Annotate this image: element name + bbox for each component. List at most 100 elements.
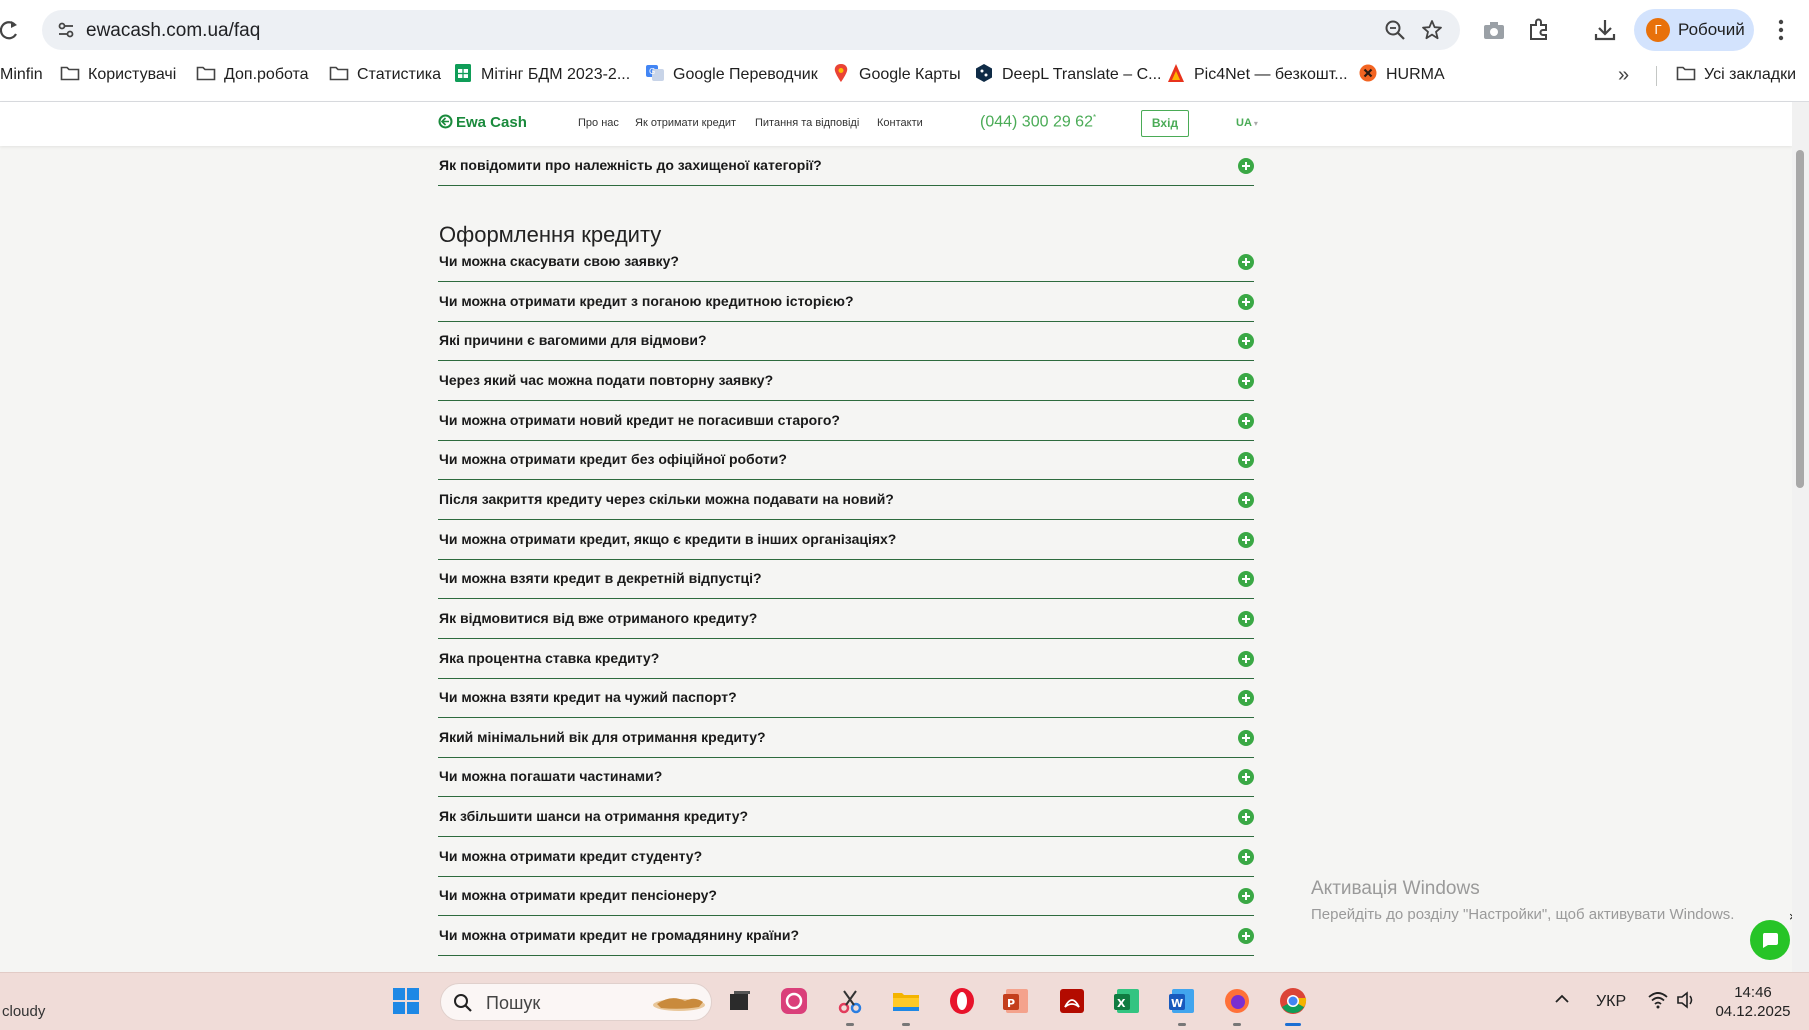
reload-icon[interactable] [0, 17, 18, 43]
plus-circle-icon[interactable] [1238, 254, 1254, 270]
plus-circle-icon[interactable] [1238, 809, 1254, 826]
faq-item[interactable]: Чи можна отримати кредит без офіційної р… [438, 440, 1254, 481]
task-view-icon[interactable] [724, 985, 756, 1017]
bookmark-statystyka[interactable]: Статистика [329, 64, 441, 86]
faq-question: Чи можна отримати кредит не громадянину … [439, 927, 800, 944]
phone-number[interactable]: (044) 300 29 62* [980, 113, 1096, 131]
faq-item[interactable]: Чи можна отримати кредит з поганою креди… [438, 282, 1254, 322]
plus-circle-icon[interactable] [1238, 690, 1254, 707]
url-text[interactable]: ewacash.com.ua/faq [86, 20, 260, 42]
faq-question: Чи можна отримати кредит студенту? [439, 847, 703, 864]
weather-widget[interactable]: cloudy [2, 1003, 45, 1020]
bookmark-minfin[interactable]: Minfin [0, 64, 43, 86]
plus-circle-icon[interactable] [1238, 571, 1254, 588]
omnibox[interactable]: ewacash.com.ua/faq [42, 10, 1460, 50]
acrobat-icon[interactable] [1056, 985, 1088, 1017]
faq-item[interactable]: Яка процентна ставка кредиту? [438, 639, 1254, 679]
bookmark-star-icon[interactable] [1420, 18, 1444, 42]
extensions-icon[interactable] [1526, 17, 1552, 43]
faq-item[interactable]: Чи можна скасувати свою заявку? [438, 242, 1254, 282]
bookmark-google-translate[interactable]: G Google Переводчик [645, 64, 818, 86]
bookmarks-overflow-icon[interactable]: » [1618, 64, 1629, 86]
all-bookmarks[interactable]: Усі закладки [1676, 64, 1796, 86]
file-explorer-icon[interactable] [890, 985, 922, 1026]
plus-circle-icon[interactable] [1238, 531, 1254, 548]
more-menu-icon[interactable] [1776, 17, 1786, 43]
bookmark-miting[interactable]: Мітінг БДМ 2023-2... [453, 64, 630, 86]
chrome-icon[interactable] [1277, 985, 1309, 1026]
opera-icon[interactable] [946, 985, 978, 1017]
faq-item[interactable]: Які причини є вагомими для відмови? [438, 321, 1254, 362]
snipping-tool-icon[interactable] [834, 985, 866, 1026]
nav-about[interactable]: Про нас [578, 117, 619, 129]
faq-question: Чи можна взяти кредит на чужий паспорт? [439, 689, 737, 706]
volume-icon[interactable] [1676, 991, 1696, 1009]
camera-icon[interactable] [1481, 17, 1507, 43]
bookmark-users[interactable]: Користувачі [60, 64, 176, 86]
bookmark-deepl[interactable]: DeepL Translate – С... [974, 64, 1162, 86]
bookmark-pic4net[interactable]: Pic4Net — безкошт... [1166, 64, 1348, 86]
profile-button[interactable]: Г Робочий [1634, 9, 1754, 51]
bookmark-dop-robota[interactable]: Доп.робота [196, 64, 309, 86]
zoom-icon[interactable] [1384, 19, 1406, 41]
faq-item[interactable]: Після закриття кредиту через скільки мож… [438, 480, 1254, 520]
plus-circle-icon[interactable] [1238, 412, 1254, 429]
nav-how-to-get-credit[interactable]: Як отримати кредит [635, 117, 736, 129]
plus-circle-icon[interactable] [1238, 158, 1254, 174]
scrollbar-thumb[interactable] [1796, 150, 1804, 488]
creative-cloud-icon[interactable] [778, 985, 810, 1017]
faq-item[interactable]: Чи можна отримати кредит пенсіонеру? [438, 876, 1254, 917]
plus-circle-icon[interactable] [1238, 888, 1254, 905]
chevron-up-icon[interactable] [1554, 991, 1570, 1007]
faq-item[interactable]: Чи можна взяти кредит на чужий паспорт? [438, 678, 1254, 719]
download-icon[interactable] [1592, 17, 1618, 43]
faq-item[interactable]: Чи можна отримати кредит, якщо є кредити… [438, 520, 1254, 560]
nav-contacts[interactable]: Контакти [877, 117, 923, 129]
faq-item[interactable]: Чи можна отримати кредит не громадянину … [438, 916, 1254, 957]
faq-item[interactable]: Чи можна отримати кредит студенту? [438, 837, 1254, 877]
windows-start-icon[interactable] [392, 987, 420, 1015]
plus-circle-icon[interactable] [1238, 452, 1254, 469]
plus-circle-icon[interactable] [1238, 769, 1254, 786]
plus-circle-icon[interactable] [1238, 610, 1254, 627]
firefox-icon[interactable] [1221, 985, 1253, 1026]
language-selector[interactable]: UA ▾ [1236, 117, 1258, 129]
chat-widget-button[interactable] [1750, 920, 1790, 960]
bookmark-label: Google Переводчик [673, 66, 818, 83]
plus-circle-icon[interactable] [1238, 293, 1254, 310]
plus-circle-icon[interactable] [1238, 729, 1254, 746]
excel-icon[interactable]: X [1111, 985, 1143, 1017]
folder-icon [196, 66, 216, 81]
faq-question: Як відмовитися від вже отриманого кредит… [439, 609, 758, 626]
taskbar-search[interactable]: Пошук [440, 983, 712, 1021]
faq-item[interactable]: Через який час можна подати повторну зая… [438, 361, 1254, 401]
faq-item[interactable]: Чи можна отримати новий кредит не погаси… [438, 401, 1254, 441]
faq-item[interactable]: Як повідомити про належність до захищено… [438, 146, 1254, 186]
word-icon[interactable]: W [1166, 985, 1198, 1026]
faq-item[interactable]: Як відмовитися від вже отриманого кредит… [438, 599, 1254, 639]
powerpoint-icon[interactable]: P [1000, 985, 1032, 1017]
bookmark-google-maps[interactable]: Google Карты [831, 64, 961, 86]
nav-faq[interactable]: Питання та відповіді [755, 117, 859, 129]
plus-circle-icon[interactable] [1238, 848, 1254, 865]
system-clock[interactable]: 14:46 04.12.2025 [1712, 983, 1794, 1021]
login-button[interactable]: Вхід [1141, 110, 1189, 137]
site-logo[interactable]: Ewa Cash [438, 114, 527, 131]
search-icon [454, 994, 472, 1012]
plus-circle-icon[interactable] [1238, 491, 1254, 508]
site-info-icon[interactable] [56, 20, 76, 40]
input-language[interactable]: УКР [1596, 993, 1626, 1011]
faq-item[interactable]: Який мінімальний вік для отримання креди… [438, 718, 1254, 758]
faq-item[interactable]: Чи можна взяти кредит в декретній відпус… [438, 559, 1254, 600]
plus-circle-icon[interactable] [1238, 650, 1254, 667]
bookmark-hurma[interactable]: HURMA [1358, 64, 1445, 86]
faq-item[interactable]: Чи можна погашати частинами? [438, 757, 1254, 798]
plus-circle-icon[interactable] [1238, 333, 1254, 350]
page-scrollbar[interactable] [1792, 102, 1809, 972]
plus-circle-icon[interactable] [1238, 372, 1254, 389]
plus-circle-icon[interactable] [1238, 928, 1254, 945]
faq-item[interactable]: Як збільшити шанси на отримання кредиту? [438, 797, 1254, 838]
svg-text:G: G [649, 67, 655, 76]
wifi-icon[interactable] [1648, 991, 1668, 1009]
bookmark-label: Pic4Net — безкошт... [1194, 66, 1348, 83]
